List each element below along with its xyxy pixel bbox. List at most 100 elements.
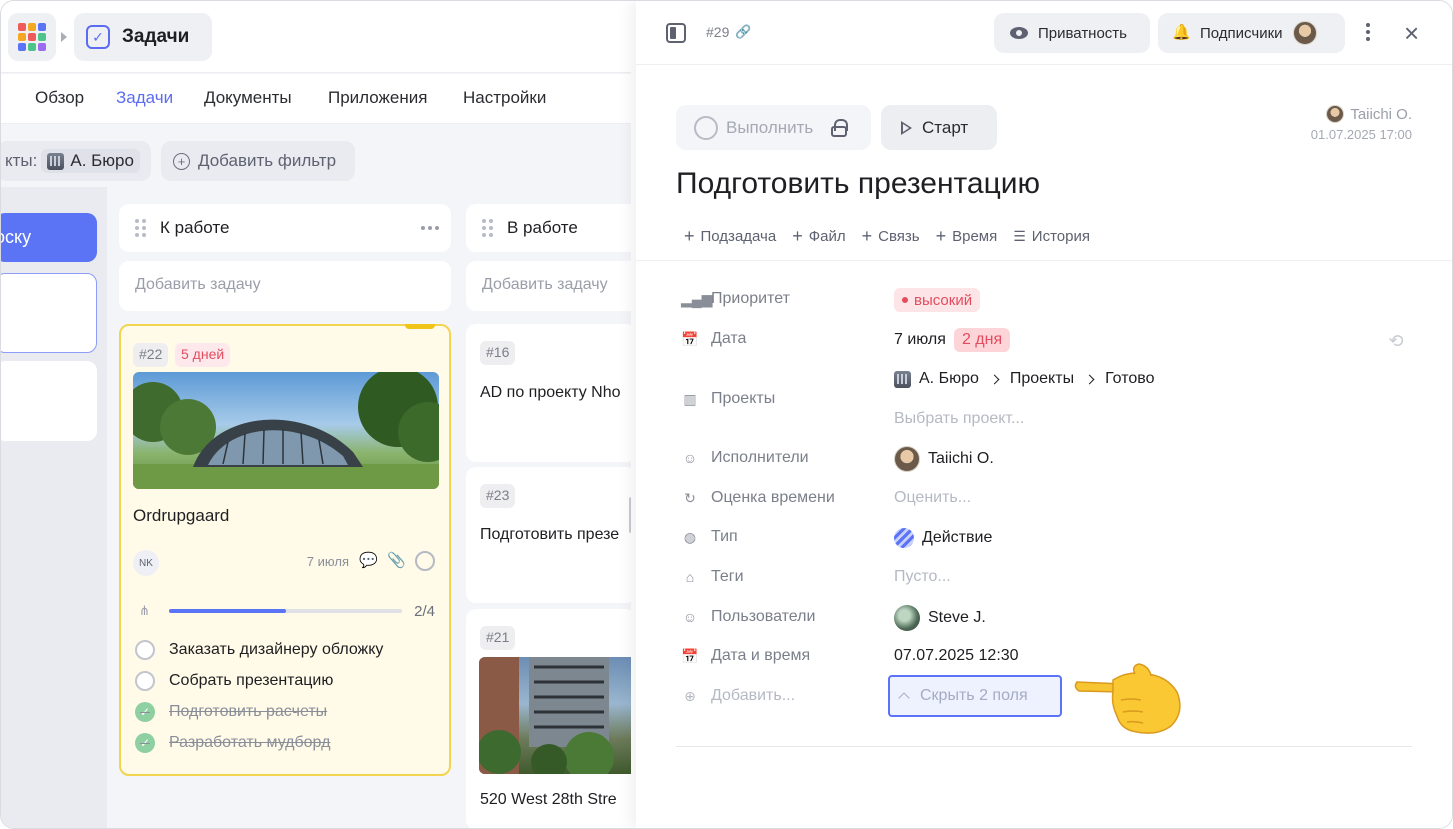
column-done-title: оску <box>1 227 32 247</box>
add-file-button[interactable]: + Файл <box>792 227 845 245</box>
checkbox-circle-icon[interactable] <box>135 671 155 691</box>
tab-overview[interactable]: Обзор <box>35 88 84 108</box>
project-crumb[interactable]: Проекты <box>1010 370 1074 388</box>
repeat-icon[interactable]: ⟲ <box>1386 331 1406 351</box>
checklist-item[interactable]: Собрать презентацию <box>135 669 333 693</box>
task-title[interactable]: Подготовить презентацию <box>676 167 1040 201</box>
close-icon[interactable]: × <box>1404 19 1424 47</box>
tags-input[interactable]: Пусто... <box>894 568 951 586</box>
column-inprogress-header[interactable]: В работе <box>466 204 631 252</box>
hide-fields-button[interactable]: Скрыть 2 поля <box>888 675 1062 717</box>
project-filter-chip[interactable]: кты: А. Бюро <box>1 141 151 181</box>
project-crumb[interactable]: А. Бюро <box>919 370 979 388</box>
sidebar-toggle-icon[interactable] <box>666 23 686 43</box>
tab-apps[interactable]: Приложения <box>328 88 427 108</box>
prop-priority-value[interactable]: высокий <box>894 288 981 312</box>
prop-type-value[interactable]: Действие <box>894 528 992 548</box>
prop-date-value[interactable]: 7 июля 2 дня <box>894 328 1011 352</box>
circle-icon <box>694 115 718 140</box>
task-card[interactable]: #22 5 дней Ordrupgaard NK 7 июля 💬 📎 ⋔ 2… <box>119 324 451 776</box>
complete-button[interactable]: Выполнить <box>676 105 871 150</box>
prop-date-label: 📅 Дата <box>681 330 746 348</box>
panel-resize-handle[interactable] <box>629 497 631 533</box>
plus-icon: + <box>861 226 873 246</box>
user-name: Steve J. <box>928 609 986 626</box>
card-meta: 7 июля 💬 📎 <box>307 551 435 571</box>
add-task-input[interactable]: Добавить задачу <box>119 261 451 311</box>
check-done-icon[interactable]: ✓ <box>135 702 155 722</box>
app-switcher-tasks[interactable]: ✓ Задачи <box>74 13 212 61</box>
history-button[interactable]: ☰ История <box>1013 227 1090 245</box>
check-done-icon[interactable]: ✓ <box>135 733 155 753</box>
breadcrumb-arrow-icon <box>61 32 67 42</box>
more-vertical-icon[interactable] <box>1366 23 1370 41</box>
card-cover-image <box>133 372 439 489</box>
list-icon: ☰ <box>1013 228 1026 244</box>
tab-documents[interactable]: Документы <box>204 88 292 108</box>
prop-label-text: Приоритет <box>711 290 790 307</box>
add-link-button[interactable]: + Связь <box>862 227 920 245</box>
task-card[interactable]: #16 AD по проекту Nho <box>466 324 631 462</box>
prop-assignees-value[interactable]: Taiichi O. <box>894 446 994 472</box>
signal-bars-icon: ▂▄▆ <box>681 291 713 307</box>
building-icon <box>47 152 65 170</box>
plus-icon: + <box>935 226 947 246</box>
user-circle-icon: ☺ <box>682 609 698 625</box>
user-circle-icon: ☺ <box>682 450 698 466</box>
checklist-item[interactable]: ✓ Подготовить расчеты <box>135 700 327 724</box>
link-icon[interactable]: 🔗 <box>735 24 751 40</box>
priority-badge[interactable]: высокий <box>894 288 981 312</box>
card-placeholder[interactable] <box>1 361 97 441</box>
task-card[interactable]: #21 520 West 28th Stre <box>466 609 631 828</box>
checklist-item[interactable]: ✓ Разработать мудборд <box>135 731 330 755</box>
prop-users-value[interactable]: Steve J. <box>894 605 986 631</box>
status-circle-icon[interactable] <box>415 551 435 571</box>
select-project-input[interactable]: Выбрать проект... <box>894 410 1024 428</box>
task-card[interactable]: #23 Подготовить презе <box>466 467 631 603</box>
building-icon <box>894 370 911 388</box>
card-placeholder[interactable] <box>1 273 97 353</box>
start-label: Старт <box>922 117 969 137</box>
column-done-header[interactable]: оску <box>1 213 97 262</box>
tab-tasks[interactable]: Задачи <box>116 88 173 108</box>
prop-datetime-value[interactable]: 07.07.2025 12:30 <box>894 647 1019 665</box>
privacy-button[interactable]: Приватность <box>994 13 1150 53</box>
column-todo-header[interactable]: К работе <box>119 204 451 252</box>
column-inprogress-title: В работе <box>507 218 578 237</box>
estimate-input[interactable]: Оценить... <box>894 489 971 507</box>
prop-label-text: Тип <box>711 528 738 545</box>
subscribers-button[interactable]: 🔔 Подписчики <box>1158 13 1345 53</box>
task-id-text: #29 <box>706 24 730 40</box>
tab-settings[interactable]: Настройки <box>463 88 546 108</box>
add-subtask-button[interactable]: + Подзадача <box>684 227 776 245</box>
date-text: 7 июля <box>894 331 946 348</box>
app-title: Задачи <box>122 26 190 47</box>
filter-prefix: кты: <box>5 151 38 170</box>
add-task-input[interactable]: Добавить задачу <box>466 261 631 311</box>
more-icon[interactable] <box>421 226 439 230</box>
prop-projects-value[interactable]: А. Бюро Проекты Готово <box>894 370 1154 388</box>
app-grid-button[interactable] <box>8 13 56 61</box>
prop-projects-label: ▥ Проекты <box>681 390 775 408</box>
task-id-badge: #16 <box>480 341 516 365</box>
add-property-button[interactable]: ⊕ Добавить... <box>681 687 795 705</box>
add-filter-button[interactable]: + Добавить фильтр <box>161 141 355 181</box>
add-time-button[interactable]: + Время <box>936 227 998 245</box>
drag-handle-icon[interactable] <box>482 219 493 237</box>
task-id[interactable]: #29 🔗 <box>706 24 752 40</box>
prop-label-text: Проекты <box>711 390 776 407</box>
card-cover-image <box>479 657 631 774</box>
task-id-badge: #22 <box>133 343 169 367</box>
checkbox-circle-icon[interactable] <box>135 640 155 660</box>
task-detail-panel: #29 🔗 Приватность 🔔 Подписчики × Выполни… <box>636 1 1452 828</box>
priority-text: высокий <box>914 291 973 309</box>
checklist-item[interactable]: Заказать дизайнеру обложку <box>135 638 383 662</box>
project-crumb[interactable]: Готово <box>1105 370 1154 388</box>
card-title: 520 West 28th Stre <box>480 791 617 808</box>
kanban-board: ✓ Задачи Обзор Задачи Документы Приложен… <box>1 1 631 828</box>
prop-label-text: Дата <box>711 330 747 347</box>
drag-handle-icon[interactable] <box>135 219 146 237</box>
divider <box>676 746 1412 747</box>
start-button[interactable]: Старт <box>881 105 997 150</box>
prop-type-label: ◍ Тип <box>681 528 738 546</box>
